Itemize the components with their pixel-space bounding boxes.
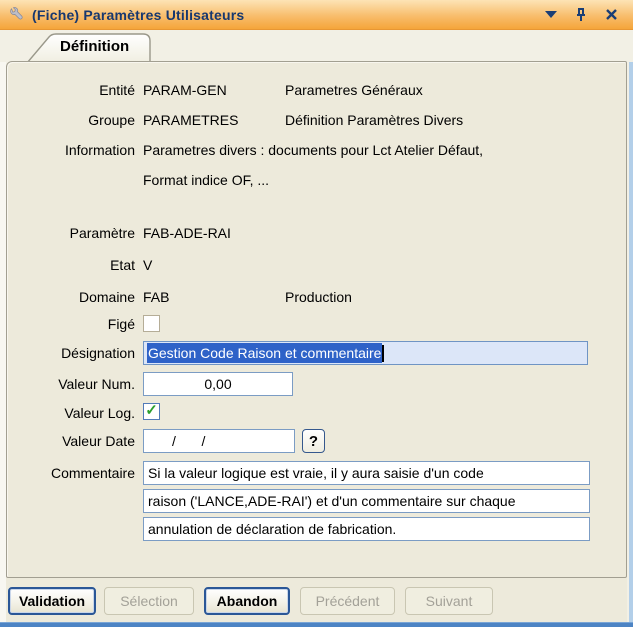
valeur-date-input[interactable]: / / bbox=[143, 429, 295, 453]
valeur-date-label: Valeur Date bbox=[0, 433, 135, 449]
checkmark-icon: ✓ bbox=[145, 403, 158, 418]
text-caret bbox=[382, 345, 384, 362]
valeur-log-label: Valeur Log. bbox=[0, 405, 135, 421]
commentaire-input-3[interactable]: annulation de déclaration de fabrication… bbox=[143, 517, 590, 541]
tab-label: Définition bbox=[60, 38, 129, 55]
valeur-num-label: Valeur Num. bbox=[0, 376, 135, 392]
groupe-desc: Définition Paramètres Divers bbox=[285, 112, 463, 128]
commentaire-line-1: Si la valeur logique est vraie, il y aur… bbox=[148, 465, 484, 481]
suivant-button: Suivant bbox=[405, 587, 493, 615]
designation-label: Désignation bbox=[0, 345, 135, 361]
date-help-label: ? bbox=[309, 433, 318, 450]
valeur-date-value: / / bbox=[172, 433, 207, 449]
entite-code: PARAM-GEN bbox=[143, 82, 227, 98]
parametre-value: FAB-ADE-RAI bbox=[143, 225, 231, 241]
commentaire-label: Commentaire bbox=[0, 465, 135, 481]
close-icon[interactable] bbox=[603, 7, 619, 23]
abandon-button[interactable]: Abandon bbox=[204, 587, 290, 615]
valeur-log-checkbox[interactable]: ✓ bbox=[143, 403, 160, 420]
window-bottom-border bbox=[0, 622, 633, 627]
entite-desc: Parametres Généraux bbox=[285, 82, 423, 98]
parametre-label: Paramètre bbox=[0, 225, 135, 241]
commentaire-line-3: annulation de déclaration de fabrication… bbox=[148, 521, 396, 537]
selection-button: Sélection bbox=[104, 587, 194, 615]
fige-checkbox[interactable] bbox=[143, 315, 160, 332]
etat-label: Etat bbox=[0, 257, 135, 273]
fige-label: Figé bbox=[0, 316, 135, 332]
domaine-label: Domaine bbox=[0, 289, 135, 305]
tab-definition[interactable]: Définition bbox=[26, 33, 152, 63]
information-line1: Parametres divers : documents pour Lct A… bbox=[143, 142, 483, 158]
tool-window: (Fiche) Paramètres Utilisateurs bbox=[0, 0, 633, 627]
domaine-desc: Production bbox=[285, 289, 352, 305]
valeur-num-input[interactable]: 0,00 bbox=[143, 372, 293, 396]
precedent-button: Précédent bbox=[300, 587, 395, 615]
commentaire-input-1[interactable]: Si la valeur logique est vraie, il y aur… bbox=[143, 461, 590, 485]
validation-button[interactable]: Validation bbox=[8, 587, 96, 615]
entite-label: Entité bbox=[0, 82, 135, 98]
groupe-label: Groupe bbox=[0, 112, 135, 128]
valeur-num-value: 0,00 bbox=[204, 376, 231, 392]
etat-value: V bbox=[143, 257, 152, 273]
groupe-code: PARAMETRES bbox=[143, 112, 238, 128]
information-label: Information bbox=[0, 142, 135, 158]
domaine-code: FAB bbox=[143, 289, 169, 305]
window-title: (Fiche) Paramètres Utilisateurs bbox=[32, 7, 244, 23]
window-right-border bbox=[629, 30, 633, 622]
pin-icon[interactable] bbox=[573, 7, 589, 23]
commentaire-line-2: raison ('LANCE,ADE-RAI') et d'un comment… bbox=[148, 493, 516, 509]
date-help-button[interactable]: ? bbox=[302, 429, 325, 453]
titlebar[interactable]: (Fiche) Paramètres Utilisateurs bbox=[0, 0, 633, 30]
dropdown-arrow-icon[interactable] bbox=[543, 7, 559, 23]
commentaire-input-2[interactable]: raison ('LANCE,ADE-RAI') et d'un comment… bbox=[143, 489, 590, 513]
designation-selected-text: Gestion Code Raison et commentaire bbox=[147, 343, 382, 363]
wrench-icon bbox=[8, 7, 24, 23]
designation-input[interactable]: Gestion Code Raison et commentaire bbox=[143, 341, 588, 365]
information-line2: Format indice OF, ... bbox=[143, 172, 269, 188]
